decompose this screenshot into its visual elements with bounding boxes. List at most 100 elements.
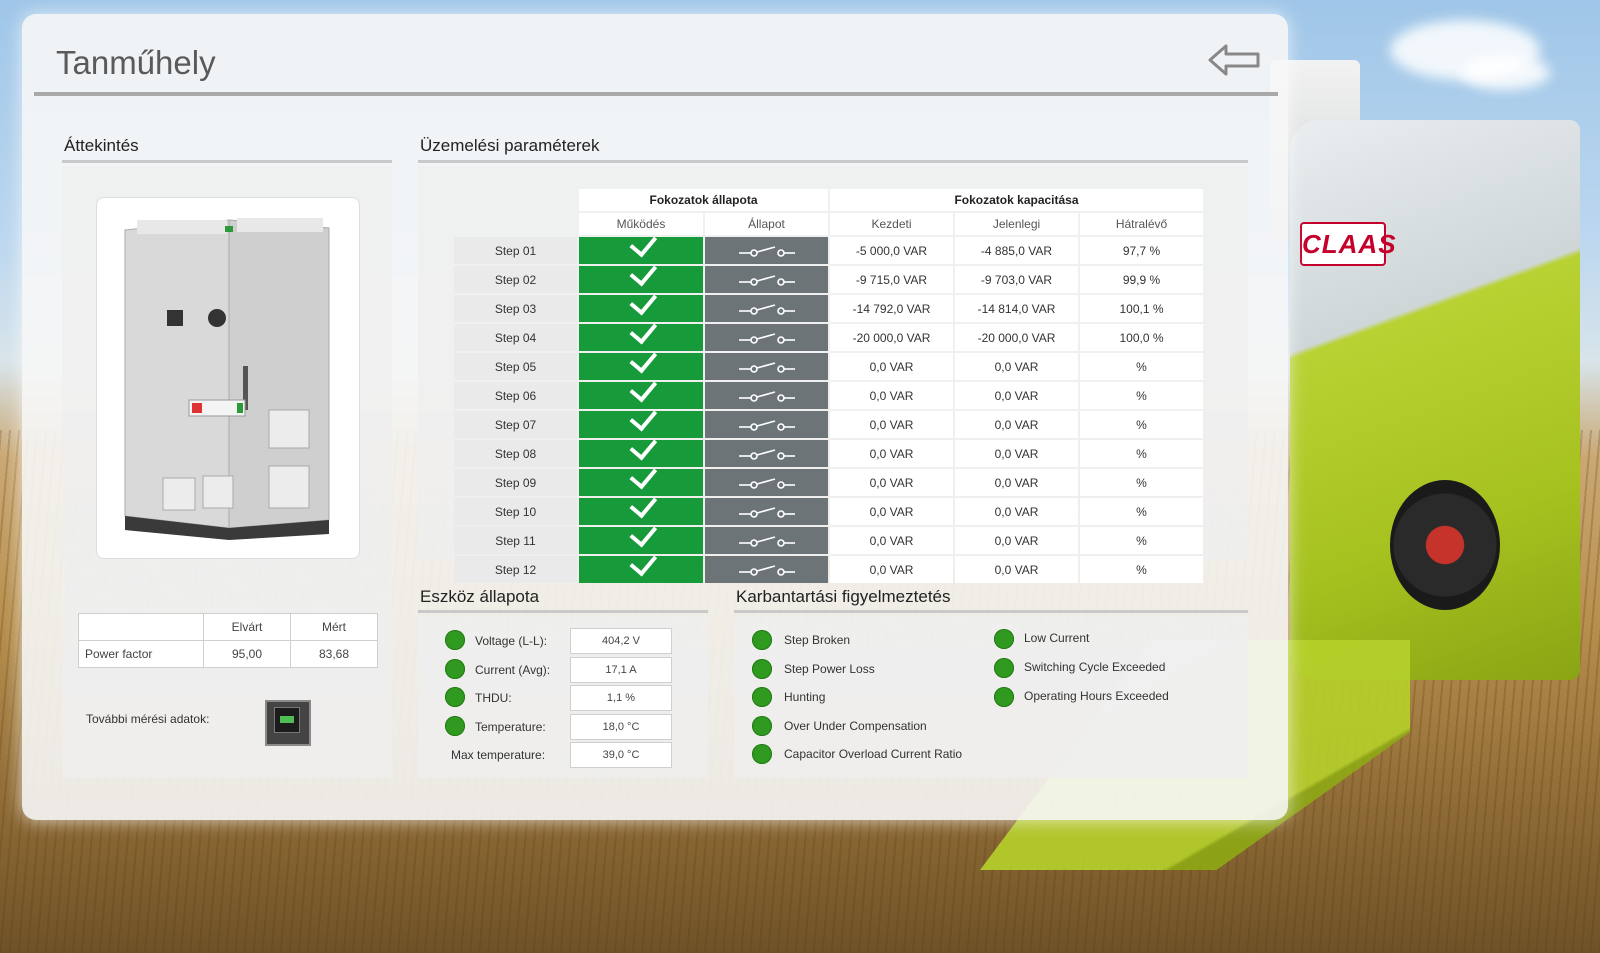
maintenance-divider: [734, 610, 1248, 613]
step-initial-capacity: -5 000,0 VAR: [830, 237, 953, 264]
meter-device-button[interactable]: [265, 700, 311, 746]
step-remaining: 100,1 %: [1080, 295, 1203, 322]
col-header-initial: Kezdeti: [830, 213, 953, 235]
step-operation-ok: [579, 315, 703, 351]
device-status-label: THDU:: [475, 691, 512, 705]
step-row: Step 02 -9 715,0 VAR -9 703,0 VAR 99,9 %: [454, 257, 1203, 293]
params-divider: [418, 160, 1248, 163]
title-divider: [34, 92, 1278, 96]
combine-wheel: [1390, 480, 1500, 610]
pf-header-expected: Elvárt: [203, 613, 291, 641]
step-row: Step 04 -20 000,0 VAR -20 000,0 VAR 100,0 %: [454, 315, 1203, 351]
step-operation-ok: [579, 286, 703, 322]
back-arrow-icon[interactable]: [1206, 40, 1262, 80]
switch-icon: [738, 333, 795, 344]
step-remaining: %: [1080, 469, 1203, 496]
status-indicator-icon: [445, 658, 465, 679]
step-switch-state: [705, 469, 828, 496]
pf-header-measured: Mért: [290, 613, 378, 641]
step-label: Step 10: [454, 498, 577, 525]
step-switch-state: [705, 382, 828, 409]
cloud: [1460, 55, 1550, 90]
step-remaining: %: [1080, 382, 1203, 409]
capacitor-cabinet-image: [124, 218, 330, 540]
step-label: Step 02: [454, 266, 577, 293]
step-operation-ok: [579, 518, 703, 554]
step-initial-capacity: 0,0 VAR: [830, 382, 953, 409]
power-factor-table: Elvárt Mért Power factor 95,00 83,68: [78, 613, 378, 668]
warning-indicator-icon: [752, 658, 772, 679]
step-initial-capacity: -20 000,0 VAR: [830, 324, 953, 351]
pf-expected-value: 95,00: [203, 640, 291, 668]
step-label: Step 01: [454, 237, 577, 264]
switch-icon: [738, 420, 795, 431]
step-initial-capacity: 0,0 VAR: [830, 411, 953, 438]
step-switch-state: [705, 498, 828, 525]
warning-indicator-icon: [994, 658, 1014, 678]
step-initial-capacity: 0,0 VAR: [830, 556, 953, 583]
switch-icon: [738, 275, 795, 286]
step-operation-ok: [579, 431, 703, 467]
step-operation-ok: [579, 547, 703, 583]
group-header-status: Fokozatok állapota: [579, 189, 828, 211]
warning-label: Operating Hours Exceeded: [1024, 689, 1169, 703]
step-label: Step 06: [454, 382, 577, 409]
step-label: Step 09: [454, 469, 577, 496]
step-initial-capacity: 0,0 VAR: [830, 527, 953, 554]
step-remaining: %: [1080, 498, 1203, 525]
step-row: Step 07 0,0 VAR 0,0 VAR%: [454, 402, 1203, 438]
meter-icon: [274, 707, 300, 733]
step-label: Step 08: [454, 440, 577, 467]
device-status-value: 39,0 °C: [570, 742, 672, 768]
step-label: Step 03: [454, 295, 577, 322]
step-current-capacity: -14 814,0 VAR: [955, 295, 1078, 322]
step-remaining: %: [1080, 353, 1203, 380]
step-switch-state: [705, 237, 828, 264]
warning-label: Over Under Compensation: [784, 718, 927, 733]
pf-header-empty: [78, 613, 204, 641]
step-initial-capacity: -14 792,0 VAR: [830, 295, 953, 322]
step-initial-capacity: 0,0 VAR: [830, 469, 953, 496]
device-image-card: [96, 197, 360, 559]
step-row: Step 01 -5 000,0 VAR -4 885,0 VAR 97,7 %: [454, 228, 1203, 264]
warning-indicator-icon: [752, 744, 772, 764]
step-switch-state: [705, 411, 828, 438]
step-row: Step 05 0,0 VAR 0,0 VAR%: [454, 344, 1203, 380]
device-status-value: 404,2 V: [570, 628, 672, 654]
group-header-capacity: Fokozatok kapacitása: [830, 189, 1203, 211]
step-initial-capacity: -9 715,0 VAR: [830, 266, 953, 293]
maintenance-title: Karbantartási figyelmeztetés: [736, 587, 951, 606]
device-status-label: Temperature:: [475, 719, 546, 734]
warning-label: Low Current: [1024, 631, 1090, 645]
step-row: Step 10 0,0 VAR 0,0 VAR%: [454, 489, 1203, 525]
step-initial-capacity: 0,0 VAR: [830, 440, 953, 467]
step-remaining: 99,9 %: [1080, 266, 1203, 293]
step-operation-ok: [579, 228, 703, 264]
step-current-capacity: 0,0 VAR: [955, 556, 1078, 583]
step-row: Step 08 0,0 VAR 0,0 VAR%: [454, 431, 1203, 467]
warning-indicator-icon: [752, 630, 772, 650]
col-header-state: Állapot: [705, 213, 828, 235]
warning-label: Step Broken: [784, 633, 851, 647]
warning-label: Switching Cycle Exceeded: [1024, 660, 1166, 674]
switch-icon: [738, 449, 795, 460]
warning-indicator-icon: [752, 715, 772, 736]
step-row: Step 12 0,0 VAR 0,0 VAR%: [454, 547, 1203, 583]
step-current-capacity: 0,0 VAR: [955, 353, 1078, 380]
warning-label: Hunting: [784, 690, 826, 704]
step-label: Step 05: [454, 353, 577, 380]
warning-indicator-icon: [994, 687, 1014, 707]
step-switch-state: [705, 556, 828, 583]
more-measurements-label: További mérési adatok:: [86, 712, 210, 726]
device-status-value: 18,0 °C: [570, 713, 672, 740]
switch-icon: [738, 565, 795, 576]
step-switch-state: [705, 295, 828, 322]
step-label: Step 04: [454, 324, 577, 351]
step-current-capacity: -20 000,0 VAR: [955, 324, 1078, 351]
step-initial-capacity: 0,0 VAR: [830, 353, 953, 380]
device-divider: [418, 610, 708, 613]
step-operation-ok: [579, 373, 703, 409]
switch-icon: [738, 507, 795, 518]
device-status-value: 17,1 A: [570, 656, 672, 683]
step-current-capacity: 0,0 VAR: [955, 382, 1078, 409]
